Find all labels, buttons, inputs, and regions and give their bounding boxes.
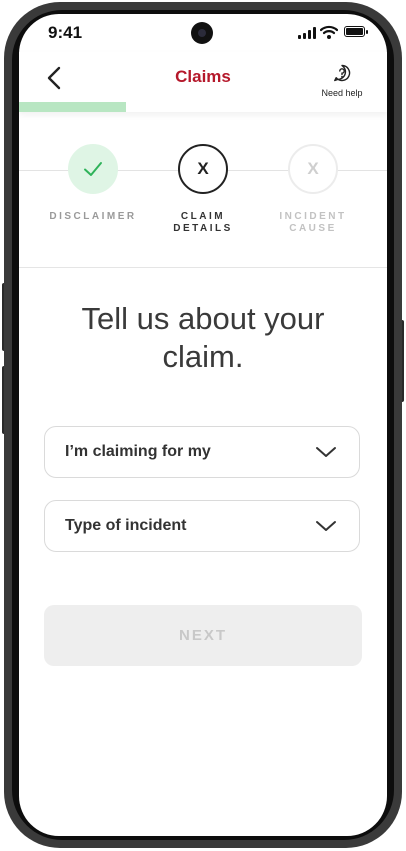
checkmark-icon (84, 162, 102, 176)
page-heading: Tell us about your claim. (39, 300, 367, 376)
incident-type-select[interactable]: Type of incident (44, 500, 360, 552)
step-label-line: DISCLAIMER (49, 211, 137, 222)
step-label-line: CAUSE (289, 223, 337, 234)
next-button[interactable]: NEXT (44, 605, 362, 666)
step-inactive-indicator: X (288, 144, 338, 194)
battery-icon (344, 26, 368, 37)
step-active-indicator: X (178, 144, 228, 194)
step-label-line: DETAILS (173, 223, 233, 234)
signal-icon (298, 27, 316, 39)
need-help-button[interactable]: Need help (317, 64, 367, 98)
select-value: I’m claiming for my (65, 443, 211, 460)
step-disclaimer: DISCLAIMER (43, 144, 143, 223)
step-label-line: INCIDENT (279, 211, 347, 222)
question-circle-icon (334, 64, 351, 82)
step-label: CLAIM DETAILS (153, 211, 253, 235)
need-help-label: Need help (321, 88, 363, 98)
section-divider (19, 267, 387, 268)
front-camera (191, 22, 213, 44)
app-screen: 9:41 Claims Need help DISCLAIMER X CLAIM… (19, 14, 387, 836)
status-time: 9:41 (48, 23, 83, 42)
select-value: Type of incident (65, 517, 187, 534)
wifi-icon (320, 25, 338, 39)
progress-bar (19, 102, 387, 112)
step-done-indicator (68, 144, 118, 194)
step-label: INCIDENT CAUSE (263, 211, 363, 235)
heading-line: Tell us about your (81, 301, 325, 336)
step-label: DISCLAIMER (43, 211, 143, 223)
heading-line: claim. (162, 339, 244, 374)
step-claim-details: X CLAIM DETAILS (153, 144, 253, 235)
claiming-for-select[interactable]: I’m claiming for my (44, 426, 360, 478)
step-incident-cause: X INCIDENT CAUSE (263, 144, 363, 235)
progress-fill (19, 102, 126, 112)
step-label-line: CLAIM (180, 211, 226, 222)
chevron-down-icon (316, 521, 336, 531)
chevron-down-icon (316, 447, 336, 457)
